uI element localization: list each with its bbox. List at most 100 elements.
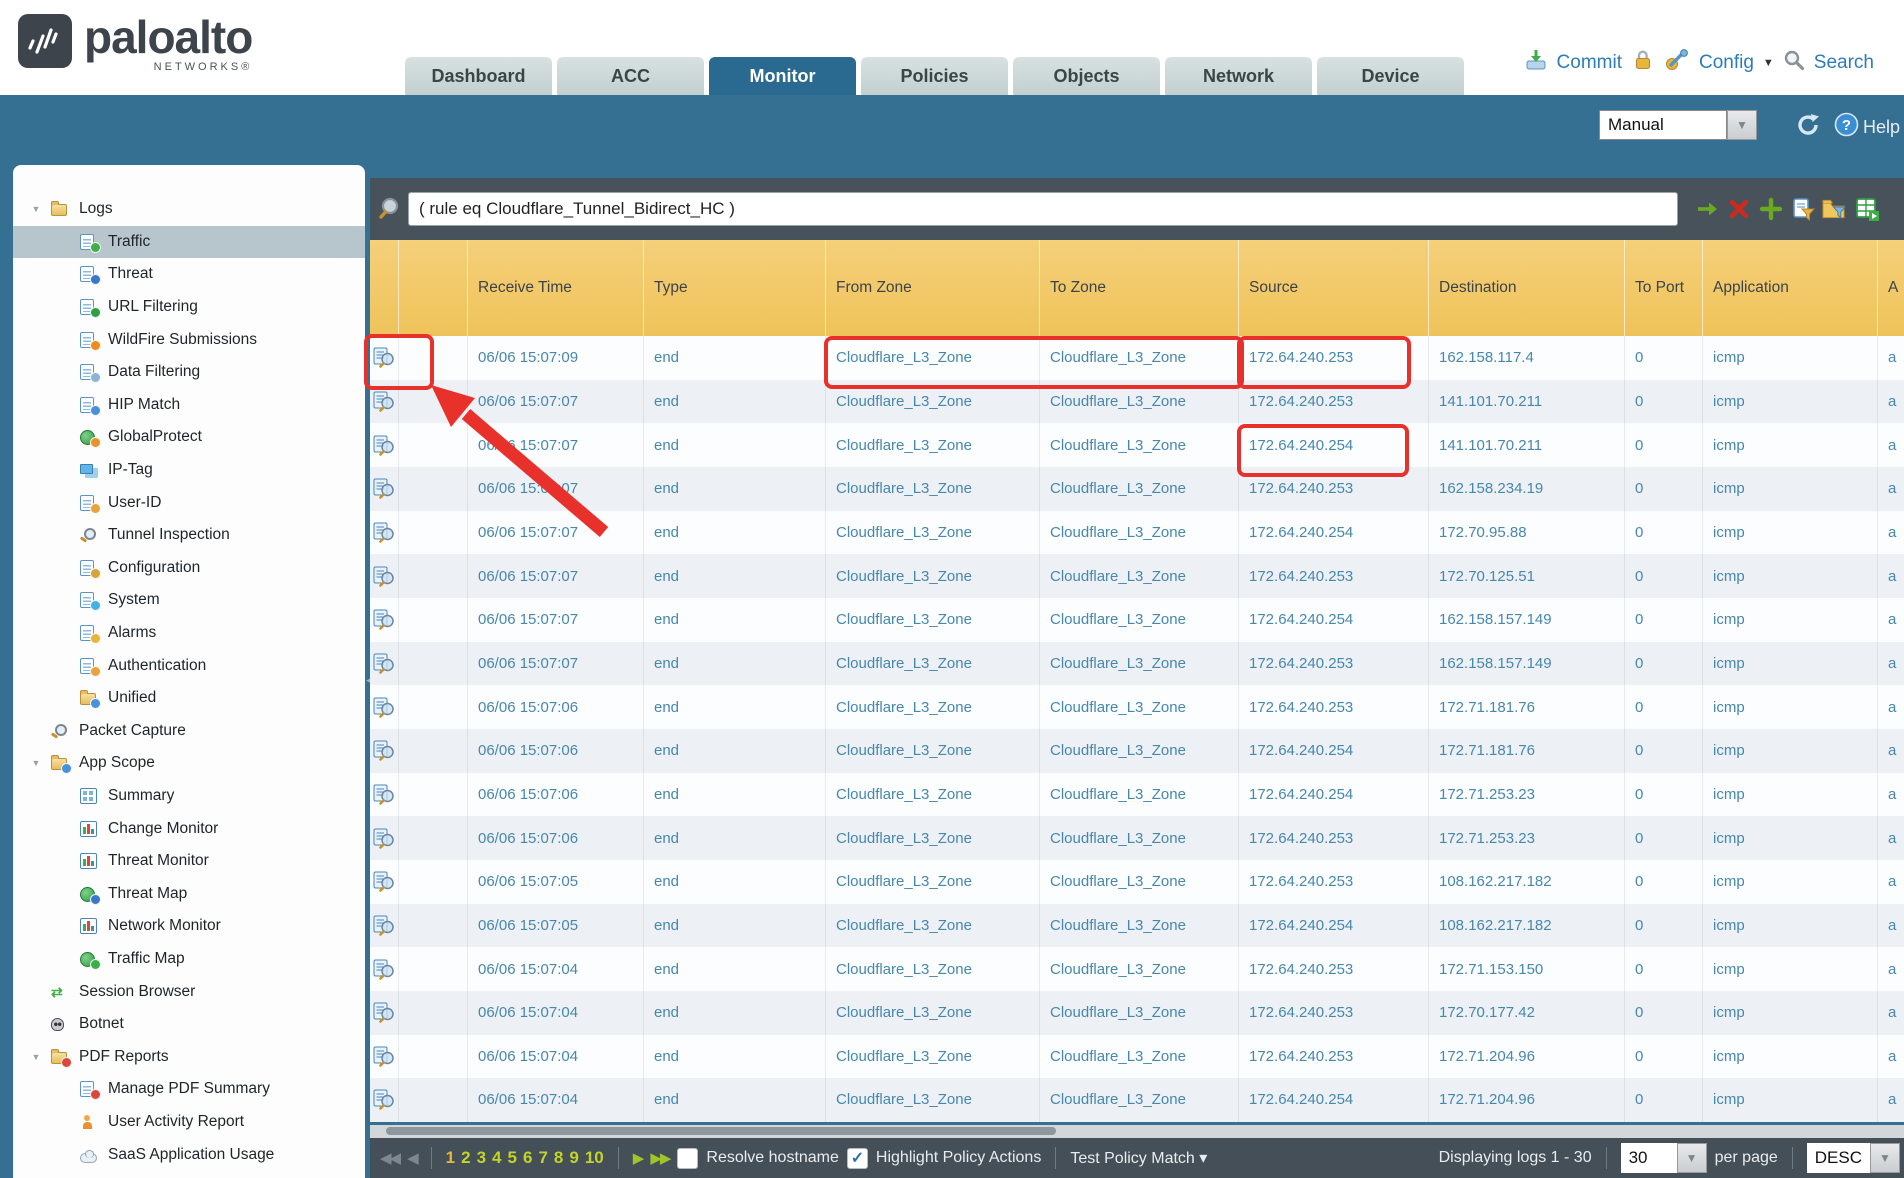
tab-policies[interactable]: Policies xyxy=(861,57,1008,95)
sidebar-item-user-activity-report[interactable]: ▼ User Activity Report xyxy=(13,1106,365,1139)
sidebar-item-threat-monitor[interactable]: ▼ Threat Monitor xyxy=(13,845,365,878)
log-detail-icon[interactable] xyxy=(373,784,396,805)
page-number-7[interactable]: 7 xyxy=(538,1148,547,1168)
log-detail-icon[interactable] xyxy=(373,609,396,630)
sidebar-item-threat[interactable]: ▼ Threat xyxy=(13,258,365,291)
log-detail-icon[interactable] xyxy=(373,915,396,936)
help-label[interactable]: Help xyxy=(1863,117,1900,138)
page-number-1[interactable]: 1 xyxy=(446,1148,455,1168)
sidebar-item-hip-match[interactable]: ▼ HIP Match xyxy=(13,389,365,422)
sidebar-item-globalprotect[interactable]: ▼ GlobalProtect xyxy=(13,421,365,454)
page-number-9[interactable]: 9 xyxy=(569,1148,578,1168)
horizontal-scrollbar-thumb[interactable] xyxy=(386,1127,1056,1135)
log-detail-icon[interactable] xyxy=(373,1089,396,1110)
load-filter-icon[interactable] xyxy=(1821,195,1848,222)
column-header-application[interactable]: Application xyxy=(1703,240,1878,336)
log-detail-icon[interactable] xyxy=(373,522,396,543)
page-number-6[interactable]: 6 xyxy=(523,1148,532,1168)
tab-device[interactable]: Device xyxy=(1317,57,1464,95)
sidebar-item-threat-map[interactable]: ▼ Threat Map xyxy=(13,877,365,910)
column-header-a[interactable]: A xyxy=(1878,240,1904,336)
sidebar-item-pdf-reports[interactable]: ▼ PDF Reports xyxy=(13,1040,365,1073)
sidebar-item-authentication[interactable]: ▼ Authentication xyxy=(13,649,365,682)
tab-acc[interactable]: ACC xyxy=(557,57,704,95)
page-number-2[interactable]: 2 xyxy=(461,1148,470,1168)
log-detail-icon[interactable] xyxy=(373,959,396,980)
column-header-destination[interactable]: Destination xyxy=(1429,240,1625,336)
highlight-policy-actions-checkbox[interactable] xyxy=(847,1148,868,1169)
sidebar-item-botnet[interactable]: ▼ Botnet xyxy=(13,1008,365,1041)
config-button[interactable]: Config xyxy=(1699,52,1754,74)
expand-triangle-icon[interactable]: ▼ xyxy=(29,1052,43,1062)
sidebar-item-logs[interactable]: ▼ Logs xyxy=(13,193,365,226)
sidebar-item-traffic[interactable]: ▼ Traffic xyxy=(13,226,365,259)
filter-query-input[interactable] xyxy=(408,192,1678,226)
column-header-from-zone[interactable]: From Zone xyxy=(826,240,1040,336)
save-filter-icon[interactable] xyxy=(1789,195,1816,222)
clear-filter-icon[interactable] xyxy=(1725,195,1752,222)
log-detail-icon[interactable] xyxy=(373,740,396,761)
horizontal-scrollbar[interactable] xyxy=(370,1125,1904,1138)
sort-order-select[interactable]: DESC ▼ xyxy=(1807,1143,1900,1173)
log-detail-icon[interactable] xyxy=(373,566,396,587)
per-page-select[interactable]: 30 ▼ xyxy=(1621,1143,1707,1173)
prev-page-button[interactable]: ◀ xyxy=(407,1149,417,1167)
sidebar-item-app-scope[interactable]: ▼ App Scope xyxy=(13,747,365,780)
sidebar-item-url-filtering[interactable]: ▼ URL Filtering xyxy=(13,291,365,324)
refresh-icon[interactable] xyxy=(1795,112,1821,143)
refresh-mode-dropdown-button[interactable]: ▼ xyxy=(1727,110,1757,140)
lock-icon[interactable] xyxy=(1631,48,1655,78)
sidebar-item-packet-capture[interactable]: ▼ Packet Capture xyxy=(13,715,365,748)
sidebar-item-summary[interactable]: ▼ Summary xyxy=(13,780,365,813)
sidebar-item-wildfire-submissions[interactable]: ▼ WildFire Submissions xyxy=(13,323,365,356)
tab-monitor[interactable]: Monitor xyxy=(709,57,856,95)
page-number-8[interactable]: 8 xyxy=(554,1148,563,1168)
column-header-to-port[interactable]: To Port xyxy=(1625,240,1703,336)
page-number-10[interactable]: 10 xyxy=(585,1148,604,1168)
sidebar-item-ip-tag[interactable]: ▼ IP-Tag xyxy=(13,454,365,487)
column-header-1[interactable] xyxy=(399,240,468,336)
log-detail-icon[interactable] xyxy=(373,697,396,718)
commit-button[interactable]: Commit xyxy=(1557,52,1622,74)
column-header-0[interactable] xyxy=(370,240,399,336)
log-detail-icon[interactable] xyxy=(373,1046,396,1067)
first-page-button[interactable]: ◀◀ xyxy=(380,1149,399,1167)
tab-network[interactable]: Network xyxy=(1165,57,1312,95)
log-detail-icon[interactable] xyxy=(373,1002,396,1023)
sidebar-item-saas-application-usage[interactable]: ▼ SaaS Application Usage xyxy=(13,1138,365,1171)
log-detail-icon[interactable] xyxy=(373,391,396,412)
export-icon[interactable] xyxy=(1853,195,1880,222)
sidebar-item-user-id[interactable]: ▼ User-ID xyxy=(13,486,365,519)
sidebar-item-unified[interactable]: ▼ Unified xyxy=(13,682,365,715)
next-page-button[interactable]: ▶ xyxy=(633,1149,643,1167)
apply-filter-icon[interactable] xyxy=(1693,195,1720,222)
expand-triangle-icon[interactable]: ▼ xyxy=(29,758,43,768)
sidebar-item-data-filtering[interactable]: ▼ Data Filtering xyxy=(13,356,365,389)
column-header-source[interactable]: Source xyxy=(1239,240,1429,336)
per-page-dropdown-button[interactable]: ▼ xyxy=(1677,1143,1707,1173)
last-page-button[interactable]: ▶▶ xyxy=(650,1149,669,1167)
config-caret-icon[interactable]: ▼ xyxy=(1763,57,1774,69)
expand-triangle-icon[interactable]: ▼ xyxy=(29,204,43,214)
sidebar-item-change-monitor[interactable]: ▼ Change Monitor xyxy=(13,812,365,845)
sidebar-item-traffic-map[interactable]: ▼ Traffic Map xyxy=(13,943,365,976)
search-button[interactable]: Search xyxy=(1814,52,1874,74)
tab-objects[interactable]: Objects xyxy=(1013,57,1160,95)
column-header-to-zone[interactable]: To Zone xyxy=(1040,240,1239,336)
page-number-4[interactable]: 4 xyxy=(492,1148,501,1168)
log-detail-icon[interactable] xyxy=(373,478,396,499)
sidebar-item-session-browser[interactable]: ▼ ⇄ Session Browser xyxy=(13,975,365,1008)
column-header-type[interactable]: Type xyxy=(644,240,826,336)
tab-dashboard[interactable]: Dashboard xyxy=(405,57,552,95)
help-icon[interactable]: ? xyxy=(1834,112,1859,142)
sidebar-item-network-monitor[interactable]: ▼ Network Monitor xyxy=(13,910,365,943)
resolve-hostname-checkbox[interactable] xyxy=(677,1148,698,1169)
column-header-receive-time[interactable]: Receive Time xyxy=(468,240,644,336)
page-number-5[interactable]: 5 xyxy=(508,1148,517,1168)
log-detail-icon[interactable] xyxy=(373,435,396,456)
log-detail-icon[interactable] xyxy=(373,871,396,892)
test-policy-match-button[interactable]: Test Policy Match ▾ xyxy=(1070,1148,1207,1168)
log-detail-icon[interactable] xyxy=(373,347,396,368)
log-detail-icon[interactable] xyxy=(373,653,396,674)
sidebar-item-tunnel-inspection[interactable]: ▼ Tunnel Inspection xyxy=(13,519,365,552)
